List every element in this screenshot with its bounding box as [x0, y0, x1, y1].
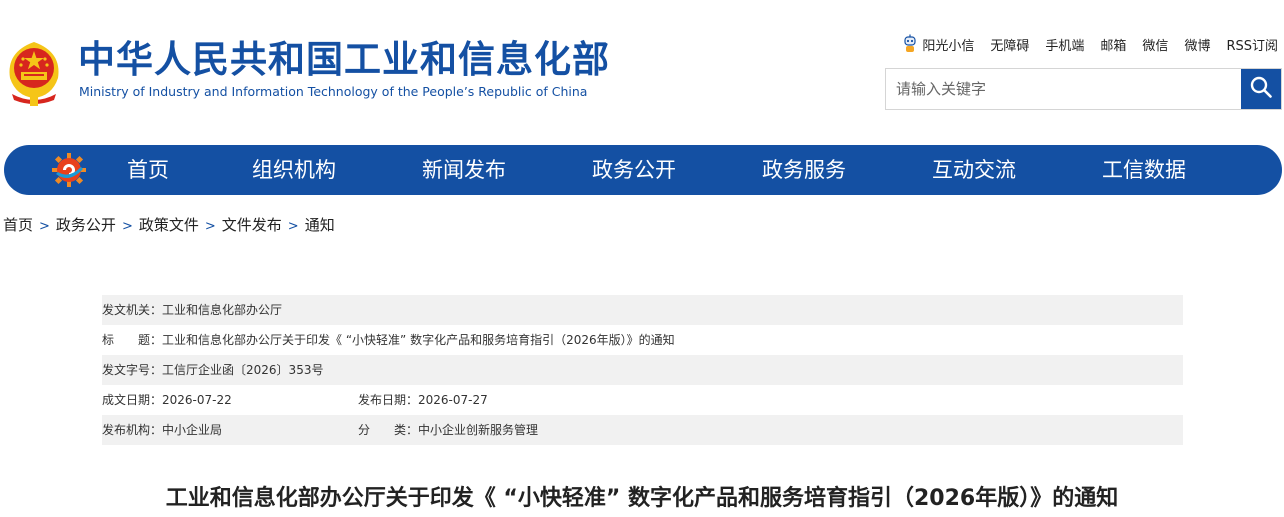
meta-doc-number: 工信厅企业函〔2026〕353号 — [162, 363, 324, 377]
meta-row-issuer: 发文机关：工业和信息化部办公厅 — [102, 295, 1183, 325]
national-emblem-icon[interactable] — [4, 38, 64, 106]
nav-item-home[interactable]: 首页 — [127, 145, 169, 195]
meta-row-title: 标 题：工业和信息化部办公厅关于印发《 “小快轻准” 数字化产品和服务培育指引（… — [102, 325, 1183, 355]
util-link-rss[interactable]: RSS订阅 — [1226, 35, 1278, 54]
nav-item-government-affairs[interactable]: 政务公开 — [592, 145, 676, 195]
meta-row-agency: 发布机构：中小企业局 分 类：中小企业创新服务管理 — [102, 415, 1183, 445]
util-link-mobile[interactable]: 手机端 — [1045, 35, 1084, 54]
util-link-wechat[interactable]: 微信 — [1142, 35, 1168, 54]
meta-label: 发布日期： — [358, 393, 419, 407]
site-title[interactable]: 中华人民共和国工业和信息化部 — [78, 38, 610, 82]
meta-agency: 中小企业局 — [162, 423, 223, 437]
util-link-accessibility[interactable]: 无障碍 — [990, 35, 1029, 54]
breadcrumb-home[interactable]: 首页 — [3, 216, 33, 234]
site-subtitle: Ministry of Industry and Information Tec… — [79, 84, 588, 99]
meta-date-published: 2026-07-27 — [418, 393, 488, 407]
util-link-mail[interactable]: 邮箱 — [1100, 35, 1126, 54]
nav-item-services[interactable]: 政务服务 — [762, 145, 846, 195]
breadcrumb-gov-affairs[interactable]: 政务公开 — [56, 216, 116, 234]
meta-row-dates: 成文日期：2026-07-22 发布日期：2026-07-27 — [102, 385, 1183, 415]
meta-label: 分 类： — [358, 423, 419, 437]
robot-icon[interactable] — [902, 34, 918, 54]
nav-item-organization[interactable]: 组织机构 — [252, 145, 336, 195]
breadcrumb-doc-release[interactable]: 文件发布 — [222, 216, 282, 234]
site-header: 中华人民共和国工业和信息化部 Ministry of Industry and … — [0, 0, 1284, 140]
document-title: 工业和信息化部办公厅关于印发《 “小快轻准” 数字化产品和服务培育指引（2026… — [165, 486, 1119, 511]
meta-title: 工业和信息化部办公厅关于印发《 “小快轻准” 数字化产品和服务培育指引（2026… — [162, 333, 675, 347]
meta-label: 发文机关： — [102, 303, 163, 317]
breadcrumb-separator-icon: > — [121, 219, 133, 234]
breadcrumb-policy-docs[interactable]: 政策文件 — [139, 216, 199, 234]
util-link-sunshine[interactable]: 阳光小信 — [922, 35, 974, 54]
utility-links: 阳光小信 无障碍 手机端 邮箱 微信 微博 RSS订阅 — [902, 34, 1278, 54]
nav-item-interaction[interactable]: 互动交流 — [932, 145, 1016, 195]
meta-date-created: 2026-07-22 — [162, 393, 232, 407]
search-input[interactable] — [886, 69, 1242, 109]
document-metadata-table: 发文机关：工业和信息化部办公厅 标 题：工业和信息化部办公厅关于印发《 “小快轻… — [102, 295, 1183, 445]
meta-label: 成文日期： — [102, 393, 163, 407]
search-icon — [1249, 75, 1273, 103]
meta-issuer: 工业和信息化部办公厅 — [162, 303, 283, 317]
search-box — [885, 68, 1282, 110]
search-button[interactable] — [1241, 69, 1281, 109]
breadcrumb-separator-icon: > — [39, 219, 50, 234]
meta-label: 标 题： — [102, 333, 163, 347]
main-nav: 首页 组织机构 新闻发布 政务公开 政务服务 互动交流 工信数据 — [4, 145, 1282, 195]
breadcrumb-separator-icon: > — [204, 219, 216, 234]
nav-item-data[interactable]: 工信数据 — [1102, 145, 1186, 195]
meta-category: 中小企业创新服务管理 — [418, 423, 539, 437]
nav-item-news[interactable]: 新闻发布 — [422, 145, 506, 195]
util-link-weibo[interactable]: 微博 — [1184, 35, 1210, 54]
breadcrumb-separator-icon: > — [287, 219, 299, 234]
ministry-logo-icon — [52, 153, 86, 187]
breadcrumb-notice[interactable]: 通知 — [305, 216, 335, 234]
meta-label: 发文字号： — [102, 363, 163, 377]
meta-row-doc-number: 发文字号：工信厅企业函〔2026〕353号 — [102, 355, 1183, 385]
meta-label: 发布机构： — [102, 423, 163, 437]
breadcrumb: 首页 > 政务公开 > 政策文件 > 文件发布 > 通知 — [3, 214, 335, 235]
